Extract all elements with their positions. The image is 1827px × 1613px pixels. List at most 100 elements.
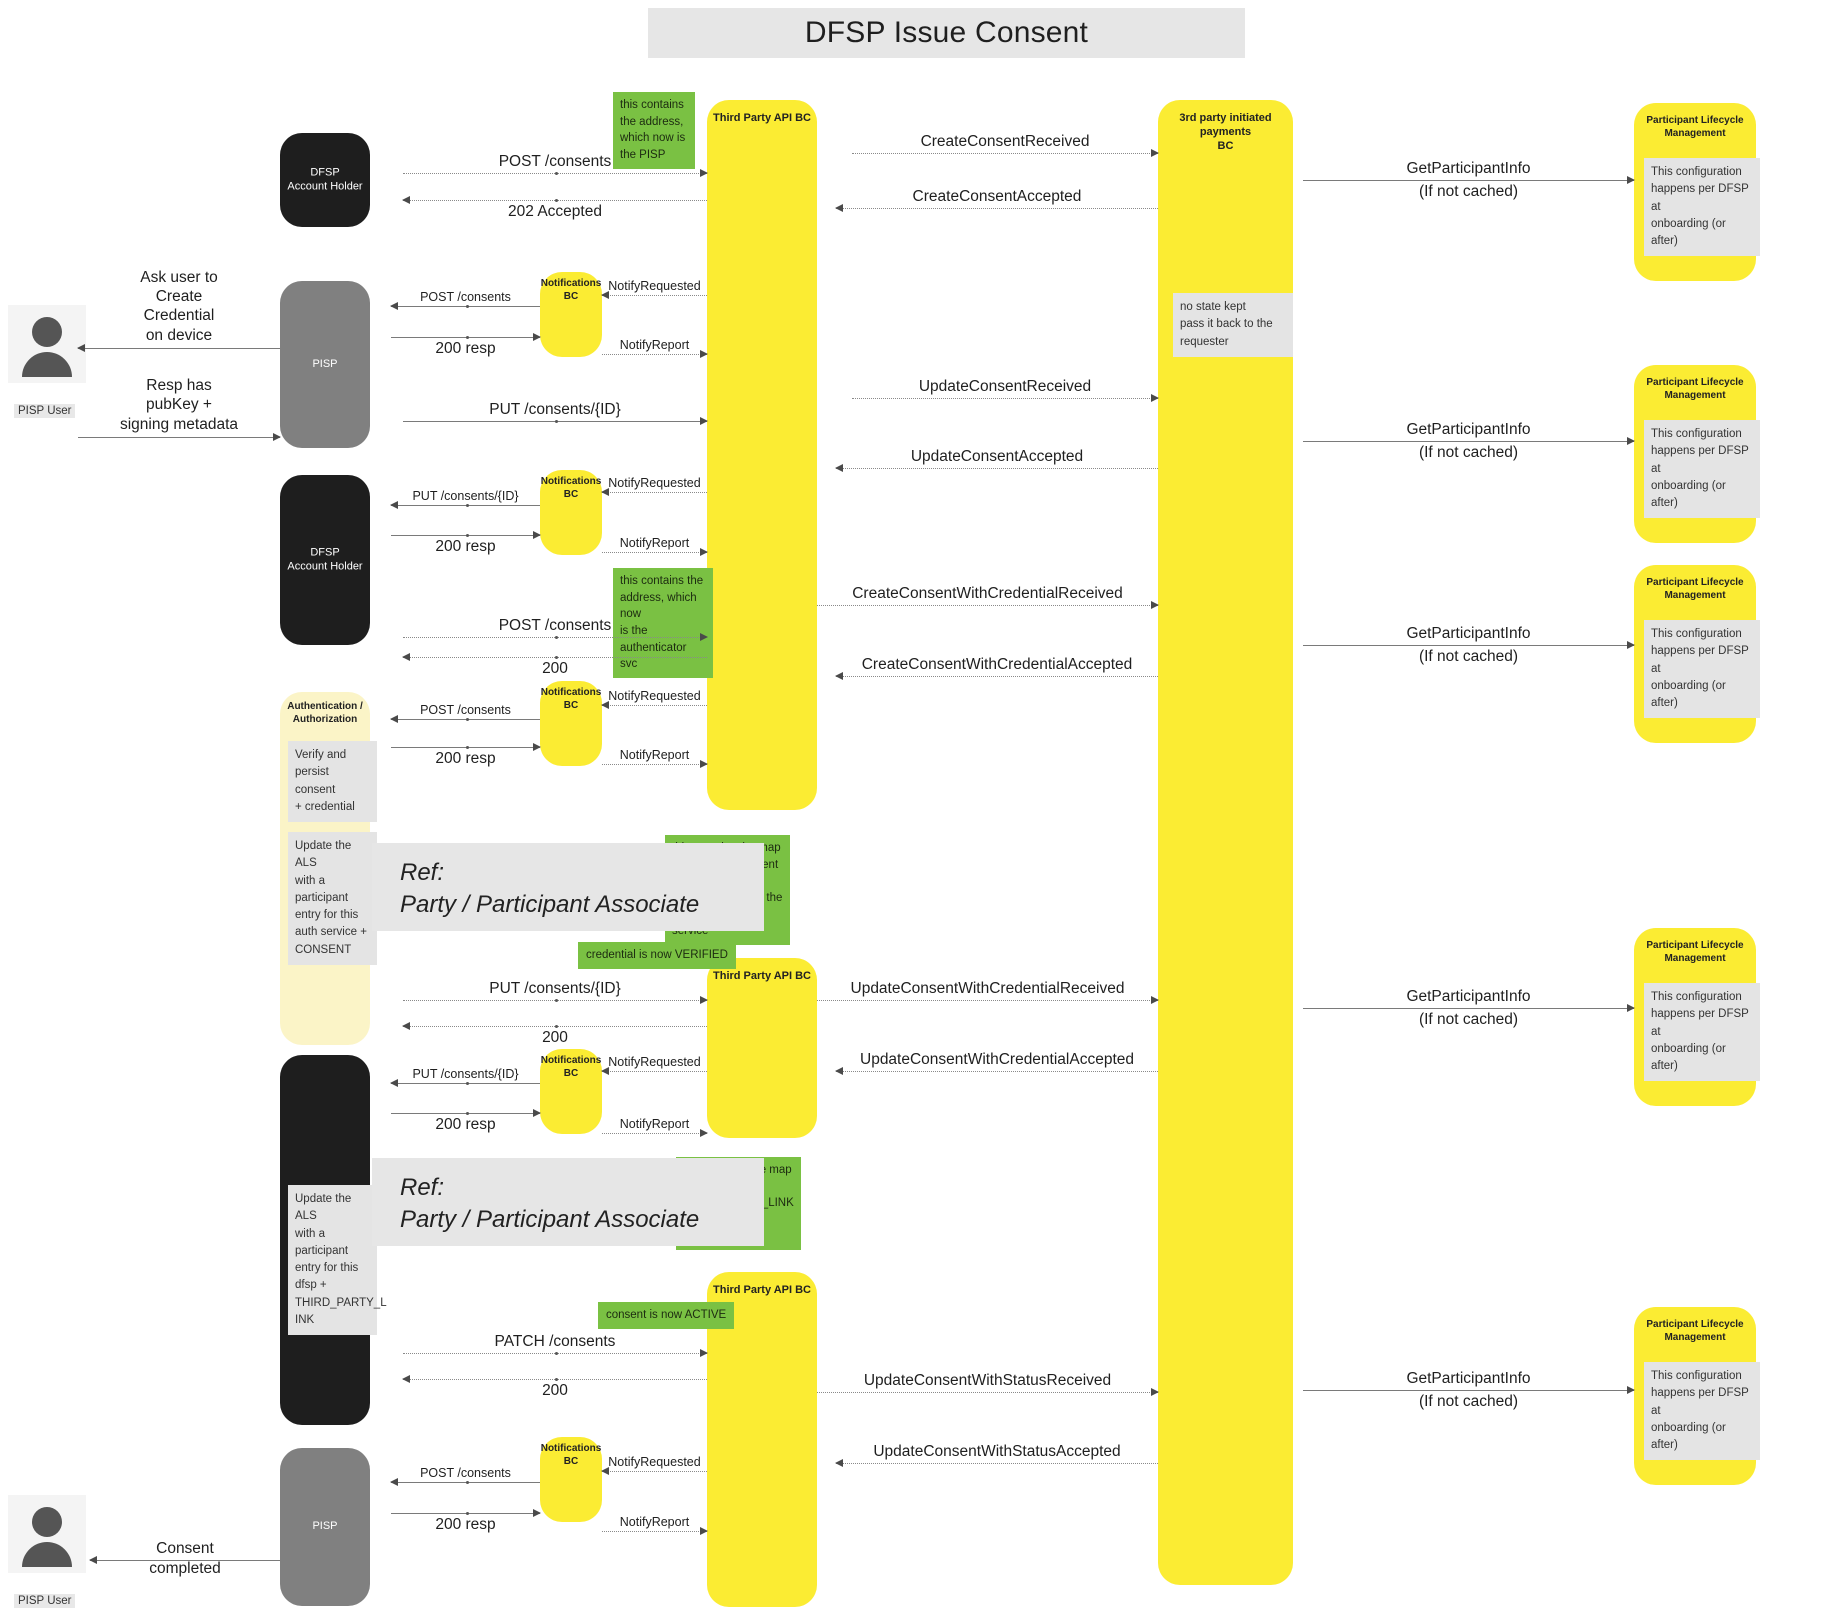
- message-midpoint: [555, 1351, 558, 1355]
- message-label: PUT /consents/{ID}: [412, 489, 519, 503]
- lifeline-label: PISP: [312, 1520, 338, 1533]
- message-line: [852, 153, 1158, 154]
- message-post-consents-notif-5: POST /consents: [390, 1466, 540, 1486]
- plm-config-note: This configuration happens per DFSP at o…: [1644, 1362, 1760, 1461]
- note-consent-active: consent is now ACTIVE: [598, 1302, 735, 1329]
- message-put-consents-id-2: PUT /consents/{ID}: [403, 980, 708, 1004]
- message-label: POST /consents: [420, 290, 511, 304]
- auth-als-note: Update the ALS with a participant entry …: [288, 832, 377, 965]
- message-label: NotifyRequested: [608, 1455, 701, 1469]
- message-label: POST /consents: [420, 703, 511, 717]
- message-line: [602, 552, 707, 553]
- ref-target: Party / Participant Associate: [400, 891, 700, 918]
- message-line: [1303, 1008, 1634, 1009]
- message-update-consent-with-credential-accepted: UpdateConsentWithCredentialAccepted: [835, 1051, 1158, 1075]
- message-midpoint: [555, 998, 558, 1002]
- message-notify-requested-1: NotifyRequested: [601, 279, 707, 299]
- lifeline-dfsp-account-holder-2: DFSP Account Holder: [280, 475, 370, 645]
- message-line: [836, 676, 1158, 677]
- lifeline-3rd-party-initiated-payments-bc: 3rd party initiated payments BC no state…: [1158, 100, 1293, 1585]
- message-label: 200: [542, 660, 568, 677]
- message-midpoint: [555, 635, 558, 639]
- auth-verify-note: Verify and persist consent + credential: [288, 741, 377, 822]
- message-update-consent-received: UpdateConsentReceived: [852, 378, 1159, 402]
- lifeline-notifications-bc-2: Notifications BC: [540, 470, 602, 555]
- message-line: [602, 1471, 707, 1472]
- message-line: [602, 354, 707, 355]
- message-label: 200 resp: [435, 340, 496, 357]
- lifeline-pisp-2: PISP: [280, 1448, 370, 1606]
- message-label: 200 resp: [435, 750, 496, 767]
- arrow-right-icon: [273, 433, 281, 441]
- message-label: NotifyReport: [619, 536, 690, 550]
- message-update-consent-with-status-accepted: UpdateConsentWithStatusAccepted: [835, 1443, 1158, 1467]
- message-midpoint: [555, 1024, 558, 1028]
- message-label: PUT /consents/{ID}: [412, 1067, 519, 1081]
- message-post-consents-2: POST /consents: [403, 617, 708, 641]
- message-label: CreateConsentWithCredentialReceived: [852, 585, 1123, 602]
- message-line: [602, 1071, 707, 1072]
- message-line: [836, 208, 1158, 209]
- message-label: GetParticipantInfo: [1406, 625, 1531, 642]
- message-notify-requested-3: NotifyRequested: [601, 689, 707, 709]
- dfsp-als-note: Update the ALS with a participant entry …: [288, 1185, 387, 1335]
- message-midpoint: [465, 1480, 469, 1484]
- plm-config-note: This configuration happens per DFSP at o…: [1644, 420, 1760, 519]
- diagram-title: DFSP Issue Consent: [648, 8, 1245, 58]
- lifeline-notifications-bc-1: Notifications BC: [540, 272, 602, 357]
- lifeline-participant-lifecycle-management-2: Participant Lifecycle Management This co…: [1634, 365, 1760, 543]
- message-label: GetParticipantInfo: [1406, 160, 1531, 177]
- message-line: [602, 492, 707, 493]
- message-midpoint: [465, 1511, 469, 1515]
- pisp-user-bottom-label: PISP User: [14, 1594, 76, 1608]
- lifeline-label: DFSP Account Holder: [287, 166, 363, 192]
- ref-keyword: Ref:: [400, 859, 445, 886]
- message-notify-requested-4: NotifyRequested: [601, 1055, 707, 1075]
- message-label: CreateConsentAccepted: [912, 188, 1082, 205]
- lifeline-label: Participant Lifecycle Management: [1646, 577, 1744, 601]
- message-midpoint: [465, 1111, 469, 1115]
- message-create-consent-accepted: CreateConsentAccepted: [835, 188, 1158, 212]
- message-midpoint: [555, 171, 558, 175]
- message-line: [836, 1463, 1158, 1464]
- ref-keyword: Ref:: [400, 1174, 445, 1201]
- lifeline-pisp-1: PISP: [280, 281, 370, 448]
- message-label: Consent completed: [149, 1540, 221, 1577]
- message-label: NotifyRequested: [608, 1055, 701, 1069]
- message-line: [1303, 180, 1634, 181]
- message-label: CreateConsentReceived: [920, 133, 1090, 150]
- message-label: GetParticipantInfo: [1406, 1370, 1531, 1387]
- message-create-consent-with-credential-received: CreateConsentWithCredentialReceived: [817, 585, 1159, 609]
- message-line: [602, 705, 707, 706]
- message-line: [817, 1392, 1158, 1393]
- message-label: NotifyRequested: [608, 689, 701, 703]
- diagram-title-text: DFSP Issue Consent: [804, 16, 1089, 49]
- message-sublabel: (If not cached): [1418, 1393, 1519, 1410]
- lifeline-third-party-api-bc-2: Third Party API BC: [707, 958, 817, 1138]
- message-post-consents-notif-1: POST /consents: [390, 290, 540, 310]
- message-line: [602, 1133, 707, 1134]
- message-get-participant-info-1: GetParticipantInfo (If not cached): [1303, 160, 1635, 200]
- lifeline-label: Participant Lifecycle Management: [1646, 115, 1744, 139]
- message-label: 202 Accepted: [508, 203, 602, 220]
- message-notify-requested-2: NotifyRequested: [601, 476, 707, 496]
- message-200-resp-notif-4: 200 resp: [391, 1109, 541, 1133]
- lifeline-dfsp-account-holder-1: DFSP Account Holder: [280, 133, 370, 227]
- message-line: [1303, 1390, 1634, 1391]
- message-get-participant-info-5: GetParticipantInfo (If not cached): [1303, 1370, 1635, 1410]
- lifeline-label: Notifications BC: [540, 476, 602, 500]
- message-label: UpdateConsentWithCredentialReceived: [850, 980, 1125, 997]
- message-label: GetParticipantInfo: [1406, 421, 1531, 438]
- pisp-user-bottom-avatar-box: [8, 1495, 86, 1573]
- plm-config-note: This configuration happens per DFSP at o…: [1644, 158, 1760, 257]
- message-midpoint: [465, 304, 469, 308]
- message-midpoint: [465, 533, 469, 537]
- lifeline-label: DFSP Account Holder: [287, 546, 363, 572]
- message-notify-report-1: NotifyReport: [602, 338, 708, 358]
- message-sublabel: (If not cached): [1418, 1011, 1519, 1028]
- message-label: NotifyReport: [619, 1515, 690, 1529]
- message-line: [817, 605, 1158, 606]
- pisp-user-top-label: PISP User: [14, 404, 76, 418]
- message-consent-completed: Consent completed: [89, 1540, 280, 1577]
- message-put-consents-id-1: PUT /consents/{ID}: [403, 401, 708, 425]
